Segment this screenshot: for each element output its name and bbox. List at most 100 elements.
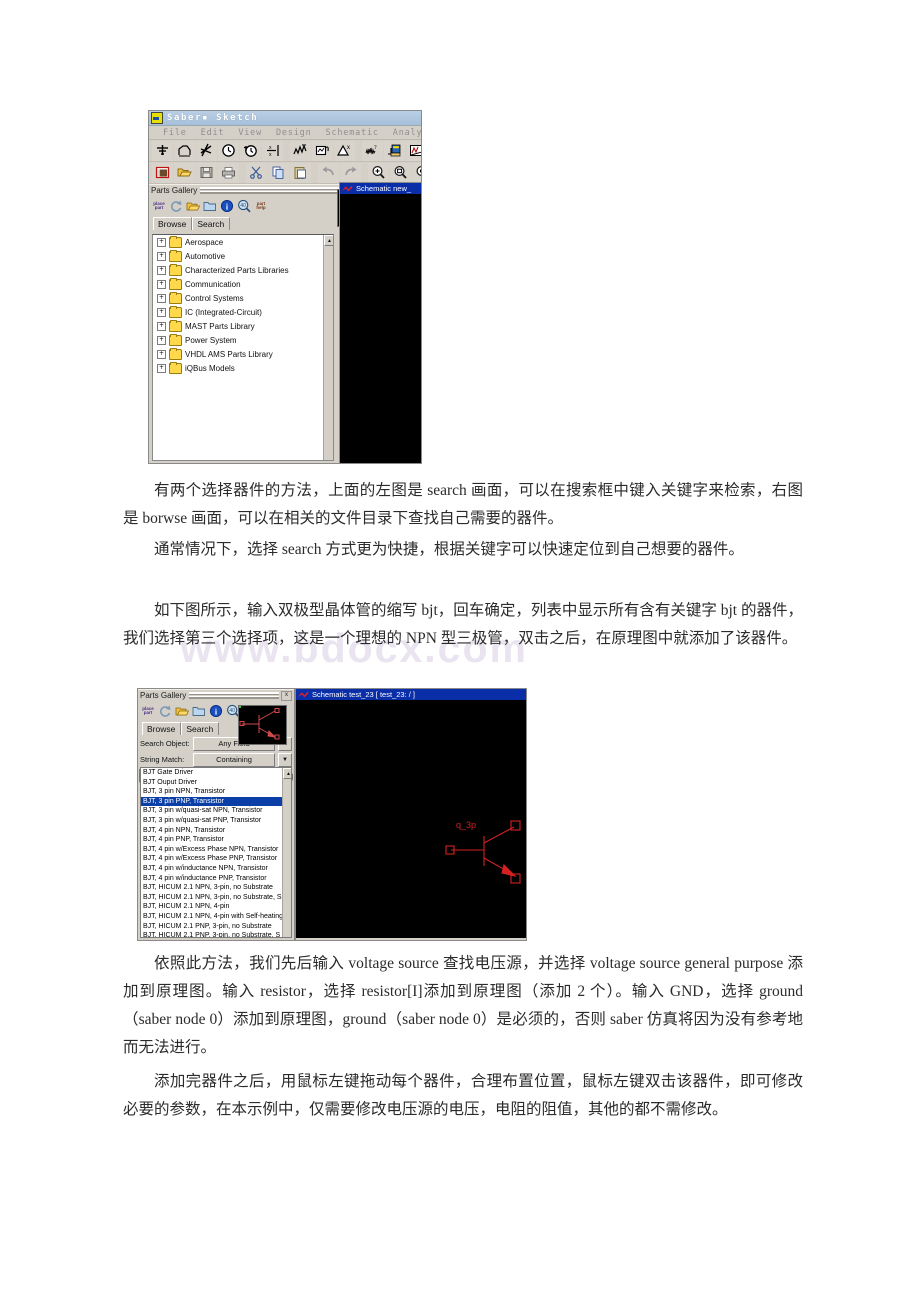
folder-icon[interactable] bbox=[202, 198, 218, 214]
list-item[interactable]: BJT, 4 pin NPN, Transistor bbox=[141, 826, 291, 836]
list-item[interactable]: BJT, 3 pin w/quasi-sat PNP, Transistor bbox=[141, 816, 291, 826]
print-icon[interactable] bbox=[218, 162, 239, 183]
delta-icon[interactable]: x bbox=[334, 140, 355, 161]
list-item[interactable]: BJT, 4 pin w/inductance NPN, Transistor bbox=[141, 864, 291, 874]
list-item[interactable]: BJT, 3 pin NPN, Transistor bbox=[141, 787, 291, 797]
parts-list[interactable]: BJT Gate Driver BJT Ouput Driver BJT, 3 … bbox=[140, 767, 292, 938]
expand-icon[interactable]: + bbox=[157, 363, 166, 373]
list-item[interactable]: BJT, HICUM 2.1 NPN, 3-pin, no Substrate bbox=[141, 883, 291, 893]
menu-item-edit[interactable]: Edit bbox=[194, 128, 232, 138]
open-folder-icon[interactable] bbox=[174, 703, 190, 719]
tree-item-automotive[interactable]: + Automotive bbox=[153, 249, 333, 263]
place-part-icon[interactable]: place part bbox=[140, 703, 156, 719]
zoom-fit-icon[interactable] bbox=[390, 162, 411, 183]
expand-icon[interactable]: + bbox=[157, 279, 166, 289]
list-item[interactable]: BJT, HICUM 2.1 PNP, 3-pin, no Substrate,… bbox=[141, 931, 291, 937]
tab-search[interactable]: Search bbox=[181, 722, 220, 735]
chevron-down-icon[interactable]: ▼ bbox=[278, 752, 292, 767]
svg-text:x: x bbox=[347, 145, 350, 151]
place-part-icon[interactable]: place part bbox=[151, 198, 167, 214]
no-crossing-icon[interactable] bbox=[196, 140, 217, 161]
expand-icon[interactable]: + bbox=[157, 265, 166, 275]
schematic-canvas[interactable] bbox=[340, 194, 421, 463]
list-item[interactable]: BJT, 4 pin w/Excess Phase PNP, Transisto… bbox=[141, 854, 291, 864]
expand-icon[interactable]: + bbox=[157, 349, 166, 359]
list-item[interactable]: BJT, HICUM 2.1 PNP, 3-pin, no Substrate bbox=[141, 922, 291, 932]
expand-icon[interactable]: + bbox=[157, 237, 166, 247]
tree-item-mast-parts-library[interactable]: + MAST Parts Library bbox=[153, 319, 333, 333]
list-item[interactable]: BJT, 3 pin w/quasi-sat NPN, Transistor bbox=[141, 806, 291, 816]
info-icon[interactable]: i bbox=[219, 198, 235, 214]
redo-icon[interactable] bbox=[340, 162, 361, 183]
schematic-canvas[interactable]: q_3p q_3p bbox=[296, 700, 526, 938]
tab-browse[interactable]: Browse bbox=[153, 217, 193, 230]
list-item[interactable]: BJT, 4 pin PNP, Transistor bbox=[141, 835, 291, 845]
info-icon[interactable]: i bbox=[208, 703, 224, 719]
close-icon[interactable]: x bbox=[281, 690, 292, 701]
tree-item-ic-integrated-circuit[interactable]: + IC (Integrated-Circuit) bbox=[153, 305, 333, 319]
find-part-icon[interactable]: 40 bbox=[236, 198, 252, 214]
menu-item-design[interactable]: Design bbox=[269, 128, 319, 138]
clock-add-icon[interactable] bbox=[240, 140, 261, 161]
divide-icon[interactable]: xx bbox=[262, 140, 283, 161]
open-icon[interactable] bbox=[174, 162, 195, 183]
noise-waveform-icon[interactable]: ? bbox=[362, 140, 383, 161]
undo-icon[interactable] bbox=[318, 162, 339, 183]
probe-icon[interactable] bbox=[312, 140, 333, 161]
tree-item-aerospace[interactable]: + Aerospace bbox=[153, 235, 333, 249]
list-item[interactable]: BJT, HICUM 2.1 NPN, 3-pin, no Substrate,… bbox=[141, 893, 291, 903]
main-toolbar-row2[interactable] bbox=[149, 162, 421, 184]
cut-icon[interactable] bbox=[246, 162, 267, 183]
menu-item-analyses[interactable]: Analyses bbox=[386, 128, 421, 138]
menu-item-view[interactable]: View bbox=[231, 128, 269, 138]
measure-waveform-icon[interactable] bbox=[406, 140, 421, 161]
tree-item-communication[interactable]: + Communication bbox=[153, 277, 333, 291]
part-properties-icon[interactable] bbox=[384, 140, 405, 161]
list-item-selected[interactable]: BJT, 3 pin PNP, Transistor bbox=[141, 796, 291, 807]
parts-tree[interactable]: + Aerospace + Automotive + Characterized… bbox=[152, 234, 334, 461]
string-match-select[interactable]: Containing bbox=[193, 752, 275, 767]
menu-item-schematic[interactable]: Schematic bbox=[319, 128, 386, 138]
tab-browse[interactable]: Browse bbox=[142, 722, 182, 735]
save-icon[interactable] bbox=[196, 162, 217, 183]
refresh-icon[interactable] bbox=[157, 703, 173, 719]
scroll-up-icon[interactable]: ▲ bbox=[324, 235, 333, 246]
scroll-up-icon[interactable]: ▲ bbox=[283, 768, 291, 779]
waveform-icon[interactable] bbox=[290, 140, 311, 161]
expand-icon[interactable]: + bbox=[157, 321, 166, 331]
tree-item-power-system[interactable]: + Power System bbox=[153, 333, 333, 347]
clock-icon[interactable] bbox=[218, 140, 239, 161]
tree-item-control-systems[interactable]: + Control Systems bbox=[153, 291, 333, 305]
main-toolbar-row1[interactable]: xx x ? Stop bbox=[149, 140, 421, 162]
open-folder-icon[interactable] bbox=[185, 198, 201, 214]
paste-icon[interactable] bbox=[290, 162, 311, 183]
tree-item-vhdl-ams-parts-library[interactable]: + VHDL AMS Parts Library bbox=[153, 347, 333, 361]
list-item[interactable]: BJT Ouput Driver bbox=[141, 778, 291, 788]
zoom-in-icon[interactable] bbox=[368, 162, 389, 183]
expand-icon[interactable]: + bbox=[157, 293, 166, 303]
ground-icon[interactable] bbox=[152, 140, 173, 161]
panel-grip[interactable] bbox=[189, 692, 279, 699]
menu-bar[interactable]: File Edit View Design Schematic Analyses… bbox=[149, 126, 421, 140]
list-item[interactable]: BJT, HICUM 2.1 NPN, 4-pin bbox=[141, 902, 291, 912]
new-icon[interactable] bbox=[152, 162, 173, 183]
tree-item-iqbus-models[interactable]: + iQBus Models bbox=[153, 361, 333, 375]
list-item[interactable]: BJT, 4 pin w/Excess Phase NPN, Transisto… bbox=[141, 845, 291, 855]
expand-icon[interactable]: + bbox=[157, 335, 166, 345]
piecewise-linear-icon[interactable] bbox=[174, 140, 195, 161]
tree-scrollbar[interactable]: ▲ bbox=[323, 235, 333, 460]
list-item[interactable]: BJT, HICUM 2.1 NPN, 4-pin with Self-heat… bbox=[141, 912, 291, 922]
menu-item-file[interactable]: File bbox=[156, 128, 194, 138]
tree-item-characterized-parts-libraries[interactable]: + Characterized Parts Libraries bbox=[153, 263, 333, 277]
folder-icon[interactable] bbox=[191, 703, 207, 719]
part-help-icon[interactable]: parthelp bbox=[253, 198, 269, 214]
tab-search[interactable]: Search bbox=[192, 217, 231, 230]
refresh-icon[interactable] bbox=[168, 198, 184, 214]
parts-list-scrollbar[interactable]: ▲ bbox=[282, 768, 291, 937]
list-item[interactable]: BJT Gate Driver bbox=[141, 768, 291, 778]
expand-icon[interactable]: + bbox=[157, 251, 166, 261]
copy-icon[interactable] bbox=[268, 162, 289, 183]
zoom-region-icon[interactable] bbox=[412, 162, 421, 183]
expand-icon[interactable]: + bbox=[157, 307, 166, 317]
list-item[interactable]: BJT, 4 pin w/inductance PNP, Transistor bbox=[141, 874, 291, 884]
